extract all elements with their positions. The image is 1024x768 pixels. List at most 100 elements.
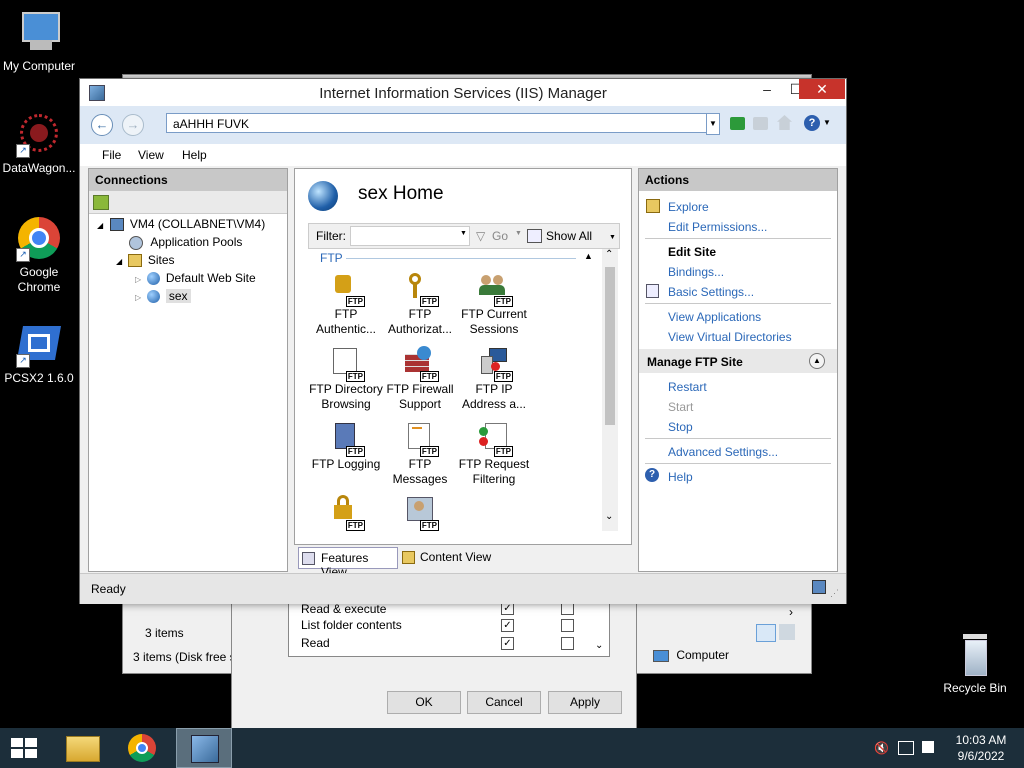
features-scrollbar[interactable]: ⌃ ⌄ [602,249,618,531]
action-advanced-settings[interactable]: Advanced Settings... [668,445,778,459]
feature-label: FTP Directory [309,382,383,396]
network-icon[interactable] [898,741,914,755]
feature-ftp-ssl[interactable]: FTP [308,495,384,531]
menu-file[interactable]: File [102,148,121,162]
action-edit-permissions[interactable]: Edit Permissions... [668,220,767,234]
collapse-arrow-icon[interactable]: ◢ [97,221,103,230]
chevron-down-icon[interactable]: ⌄ [595,640,603,651]
collapse-group-icon[interactable]: ▲ [584,251,593,261]
menu-help[interactable]: Help [182,148,207,162]
tree-node-default-site[interactable]: ▷ Default Web Site [135,271,256,286]
tree-node-server[interactable]: ◢ VM4 (COLLABNET\VM4) [97,217,265,232]
address-dropdown-button[interactable]: ▼ [706,113,720,135]
desktop-icon-label: Recycle Bin [943,681,1007,695]
action-help[interactable]: Help [668,470,693,484]
feature-ftp-request-filtering[interactable]: FTP FTP Request Filtering [456,421,532,487]
desktop-icon-chrome[interactable]: ↗ Google Chrome [0,216,78,295]
globe-icon [146,272,160,286]
close-button[interactable]: ✕ [799,79,845,99]
windows-logo-icon [11,738,37,758]
action-view-virtual-directories[interactable]: View Virtual Directories [668,330,792,344]
desktop-icon-datawagon[interactable]: ↗ DataWagon... [0,112,78,176]
server-icon [109,218,124,232]
feature-ftp-firewall-support[interactable]: FTP FTP Firewall Support [382,346,458,412]
explorer-address-computer[interactable]: Computer [653,648,729,662]
feature-ftp-current-sessions[interactable]: FTP FTP Current Sessions [456,271,532,337]
collapse-section-icon[interactable]: ▲ [809,353,825,369]
feature-ftp-user-isolation[interactable]: FTP [382,495,458,531]
action-bindings[interactable]: Bindings... [668,265,724,279]
deny-checkbox[interactable] [561,637,574,650]
explorer-scroll-right[interactable]: › [789,605,793,619]
show-all-button[interactable]: Show All [546,229,592,243]
iis-manager-window[interactable]: Internet Information Services (IIS) Mana… [79,78,847,604]
feature-ftp-logging[interactable]: FTP FTP Logging [308,421,384,472]
address-field[interactable]: aAHHH FUVK [166,113,718,133]
explorer-location: Computer [676,648,730,662]
features-view-tab[interactable]: Features View [298,547,398,579]
large-icons-view-icon[interactable] [779,624,795,640]
details-view-icon[interactable] [756,624,776,642]
resize-grip-icon[interactable]: ⋰ [830,588,839,599]
tree-node-selected-site[interactable]: ▷ sex [135,289,191,304]
filter-input[interactable] [350,226,470,246]
feature-ftp-messages[interactable]: FTP FTP Messages [382,421,458,487]
go-dropdown-icon[interactable]: ▼ [515,230,522,237]
feature-ftp-authorization[interactable]: FTP FTP Authorizat... [382,271,458,337]
action-stop[interactable]: Stop [668,420,693,434]
desktop-icon-recycle-bin[interactable]: Recycle Bin [936,632,1014,696]
scrollbar-thumb[interactable] [605,267,615,425]
toolbar-more-icon[interactable]: ▼ [609,234,616,241]
action-explore[interactable]: Explore [668,200,709,214]
action-restart[interactable]: Restart [668,380,707,394]
cancel-button[interactable]: Cancel [467,691,541,714]
help-icon[interactable]: ? [804,115,820,131]
scroll-up-icon[interactable]: ⌃ [605,249,613,260]
action-view-applications[interactable]: View Applications [668,310,761,324]
taskbar-chrome[interactable] [116,728,168,768]
tree-node-sites[interactable]: ◢ Sites [116,253,175,268]
back-button[interactable]: ← [91,114,113,136]
scroll-down-icon[interactable]: ⌄ [605,511,613,522]
allow-checkbox[interactable]: ✓ [501,637,514,650]
go-button[interactable]: Go [492,229,508,243]
expand-arrow-icon[interactable]: ▷ [135,293,141,302]
ok-button[interactable]: OK [387,691,461,714]
filter-dropdown-icon[interactable]: ▼ [460,230,467,237]
title-bar[interactable]: Internet Information Services (IIS) Mana… [80,79,846,106]
refresh-icon[interactable] [730,117,745,130]
content-view-tab[interactable]: Content View [400,547,500,567]
taskbar-iis-manager[interactable] [176,728,232,768]
minimize-button[interactable]: – [753,79,781,99]
tree-node-app-pools[interactable]: Application Pools [129,235,242,250]
group-header-ftp[interactable]: FTP ▲ [308,251,598,265]
allow-checkbox[interactable]: ✓ [501,619,514,632]
feature-label: Messages [392,472,448,486]
action-basic-settings[interactable]: Basic Settings... [668,285,754,299]
new-connection-icon[interactable] [93,195,109,210]
desktop-icon-pcsx2[interactable]: ↗ PCSX2 1.6.0 [0,322,78,386]
feature-label: FTP [408,307,432,321]
separator [645,438,831,439]
ftp-badge: FTP [345,296,365,307]
forward-button[interactable]: → [122,114,144,136]
clock[interactable]: 10:03 AM 9/6/2022 [950,732,1012,764]
feature-ftp-ip-address[interactable]: FTP FTP IP Address a... [456,346,532,412]
deny-checkbox[interactable] [561,619,574,632]
stop-icon[interactable] [753,117,768,130]
background-permissions-dialog[interactable]: Read & execute List folder contents Read… [231,600,637,730]
feature-ftp-authentication[interactable]: FTP FTP Authentic... [308,271,384,337]
collapse-arrow-icon[interactable]: ◢ [116,257,122,266]
taskbar-file-explorer[interactable] [56,728,108,768]
site-globe-icon [308,181,338,211]
feature-ftp-directory-browsing[interactable]: FTP FTP Directory Browsing [308,346,384,412]
desktop-icon-my-computer[interactable]: My Computer [0,10,78,74]
menu-view[interactable]: View [138,148,164,162]
expand-arrow-icon[interactable]: ▷ [135,275,141,284]
start-button[interactable] [0,728,52,768]
volume-muted-icon[interactable]: 🔇 [874,741,889,755]
help-dropdown-icon[interactable]: ▼ [823,118,831,127]
action-center-icon[interactable] [922,741,934,753]
home-icon[interactable] [777,115,792,130]
apply-button[interactable]: Apply [548,691,622,714]
